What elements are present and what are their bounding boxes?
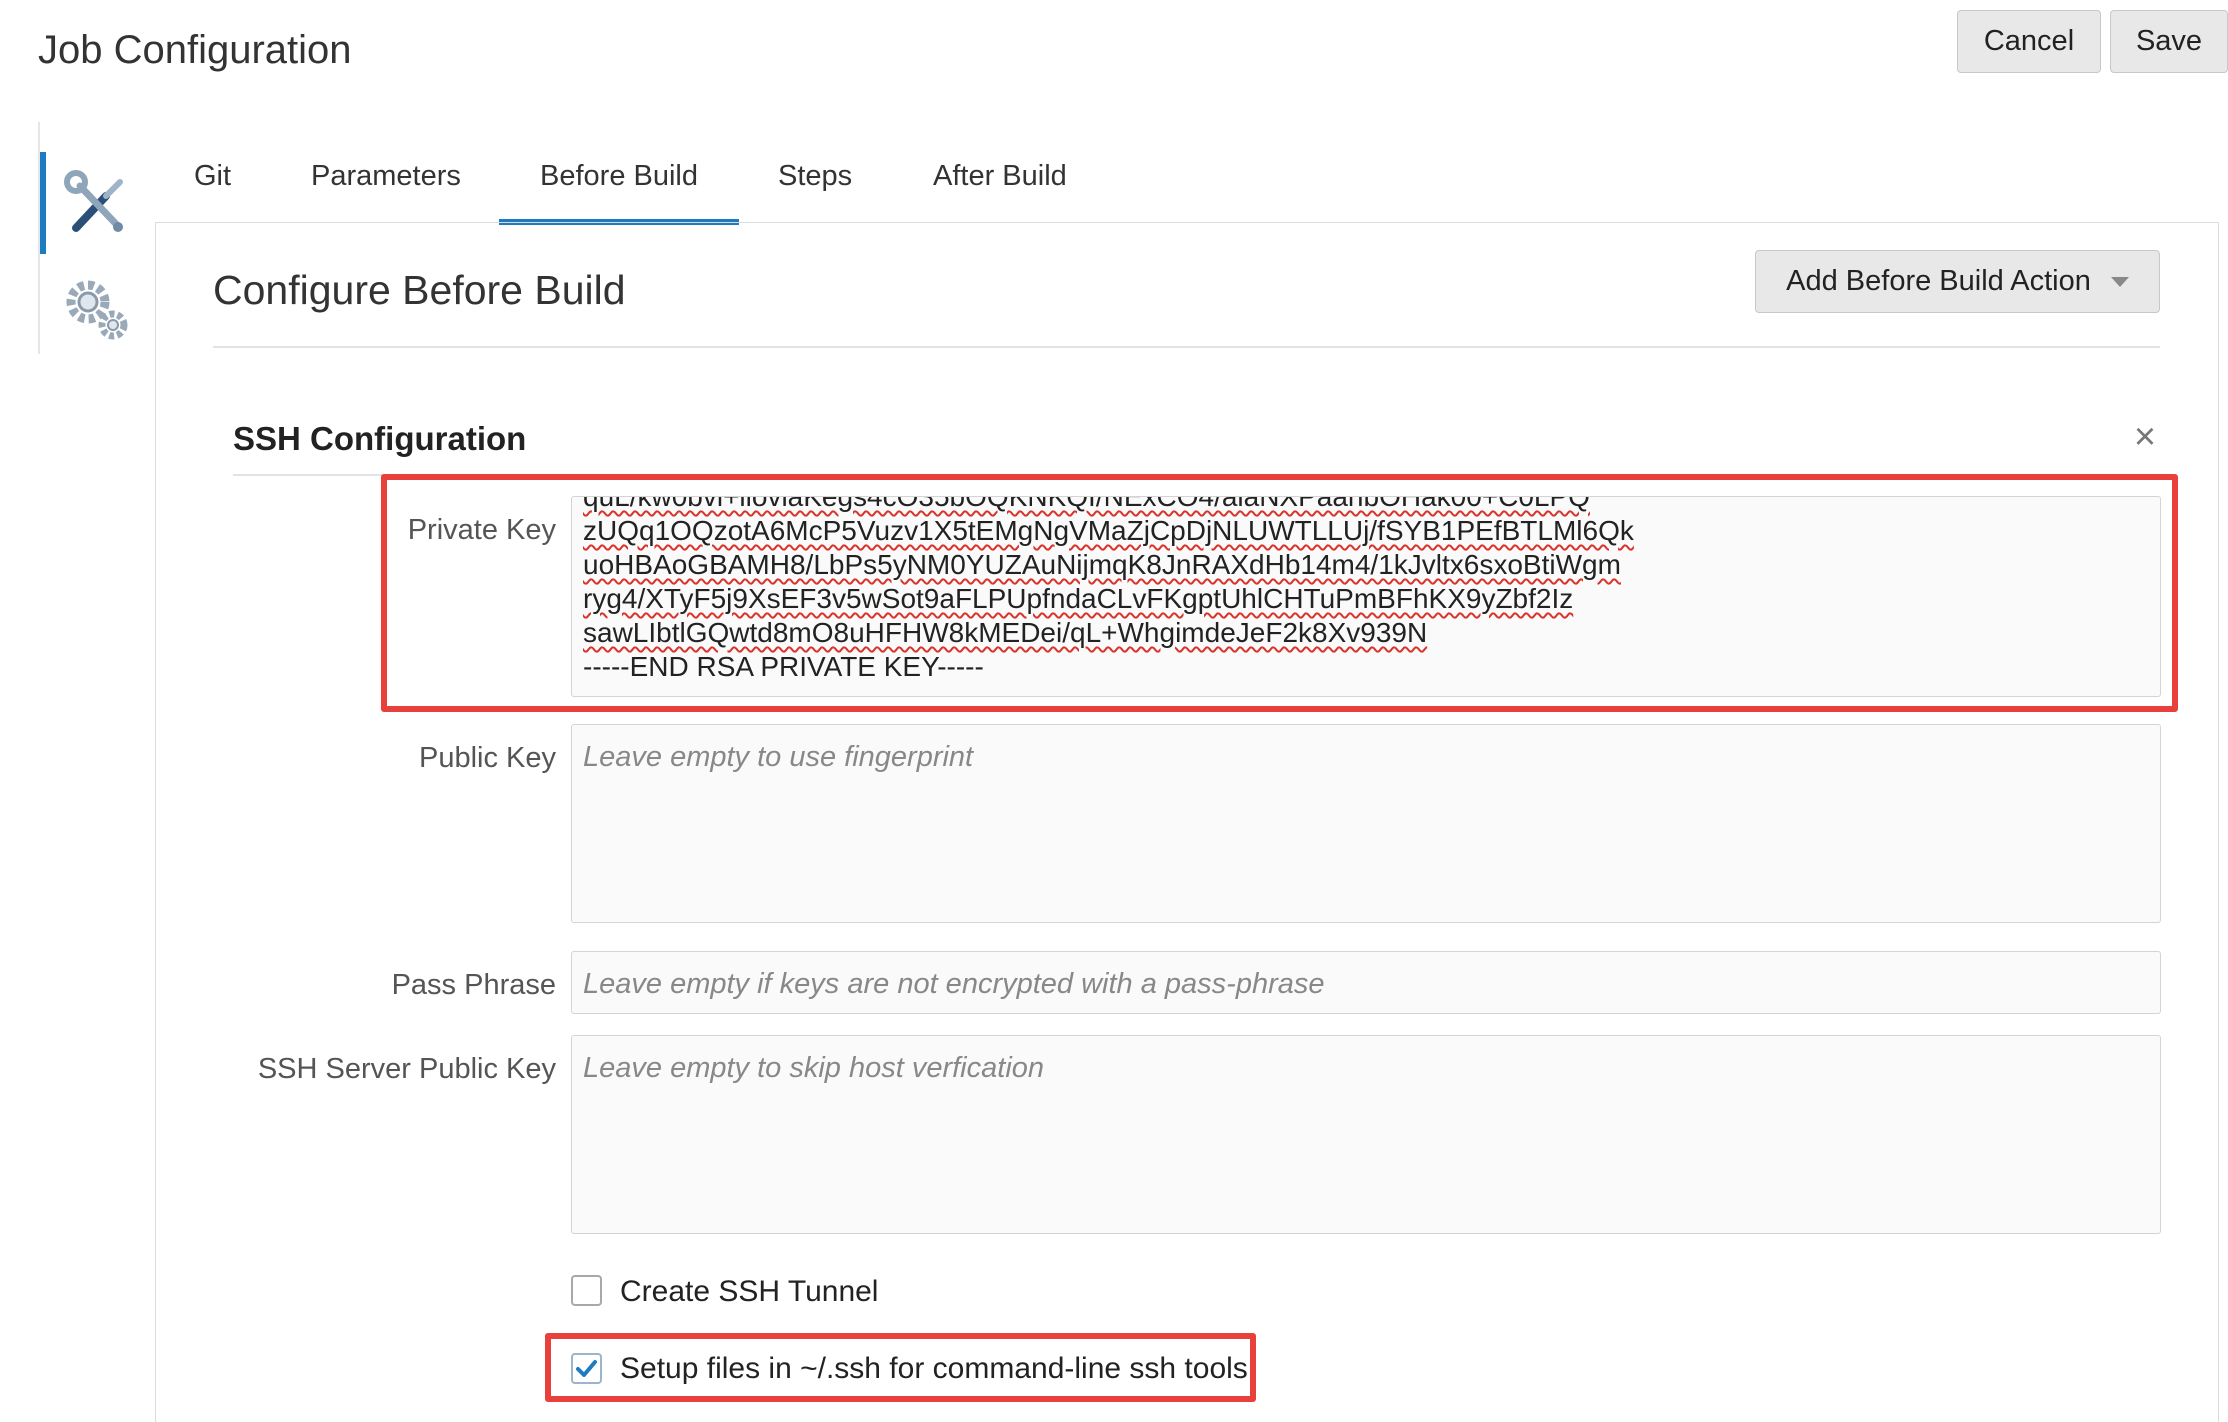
close-icon[interactable]: × bbox=[2126, 418, 2164, 456]
ssh-server-public-key-placeholder: Leave empty to skip host verfication bbox=[583, 1052, 1045, 1084]
panel-title: Configure Before Build bbox=[213, 267, 626, 313]
tab-git[interactable]: Git bbox=[194, 150, 231, 202]
public-key-placeholder: Leave empty to use fingerprint bbox=[583, 741, 974, 773]
add-before-build-action-button[interactable]: Add Before Build Action bbox=[1755, 250, 2160, 313]
public-key-textarea[interactable]: Leave empty to use fingerprint bbox=[571, 724, 2161, 923]
tab-after-build[interactable]: After Build bbox=[933, 150, 1067, 202]
cancel-button[interactable]: Cancel bbox=[1957, 10, 2101, 73]
panel-divider bbox=[213, 346, 2160, 348]
section-divider bbox=[233, 474, 383, 476]
tab-steps[interactable]: Steps bbox=[778, 150, 852, 202]
public-key-label: Public Key bbox=[418, 742, 556, 774]
tab-parameters[interactable]: Parameters bbox=[311, 150, 461, 202]
left-rail-active-indicator bbox=[40, 152, 46, 254]
create-ssh-tunnel-checkbox[interactable] bbox=[571, 1275, 602, 1306]
save-button[interactable]: Save bbox=[2110, 10, 2228, 73]
pass-phrase-label: Pass Phrase bbox=[391, 969, 556, 1001]
add-action-label: Add Before Build Action bbox=[1786, 265, 2091, 297]
gears-icon[interactable] bbox=[58, 272, 132, 344]
pass-phrase-input[interactable]: Leave empty if keys are not encrypted wi… bbox=[571, 951, 2161, 1014]
page-title: Job Configuration bbox=[38, 28, 352, 72]
pass-phrase-placeholder: Leave empty if keys are not encrypted wi… bbox=[583, 968, 1325, 1000]
ssh-server-public-key-label: SSH Server Public Key bbox=[257, 1053, 556, 1085]
private-key-highlight bbox=[381, 474, 2178, 712]
caret-down-icon bbox=[2110, 276, 2129, 287]
tab-before-build[interactable]: Before Build bbox=[540, 150, 698, 202]
ssh-server-public-key-textarea[interactable]: Leave empty to skip host verfication bbox=[571, 1035, 2161, 1234]
create-ssh-tunnel-label: Create SSH Tunnel bbox=[620, 1275, 879, 1308]
section-title: SSH Configuration bbox=[233, 420, 527, 457]
tools-icon[interactable] bbox=[62, 170, 132, 240]
setup-files-highlight bbox=[545, 1333, 1256, 1402]
